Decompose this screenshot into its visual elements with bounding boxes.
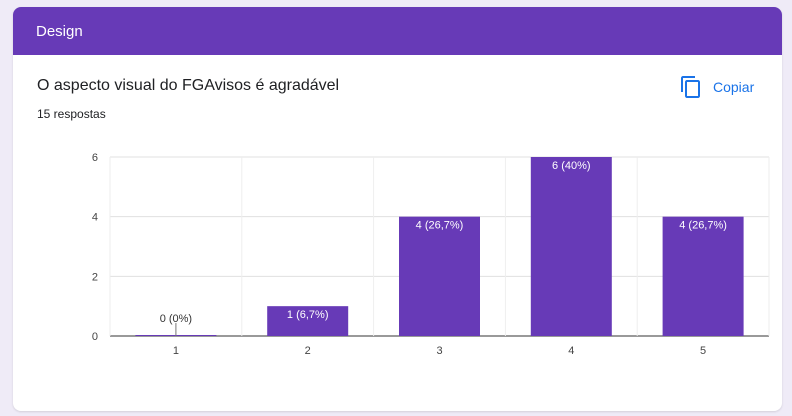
bar [662,216,744,336]
y-tick-label: 0 [92,331,98,343]
x-tick-label: 2 [305,345,311,357]
data-label: 1 (6,7%) [287,309,329,321]
x-tick-label: 1 [173,345,179,357]
y-tick-label: 6 [92,152,98,164]
data-label: 0 (0%) [160,313,192,325]
x-tick-label: 4 [568,345,574,357]
data-label: 4 (26,7%) [679,220,727,232]
bar [399,216,480,336]
question-card: Design O aspecto visual do FGAvisos é ag… [13,7,782,411]
bar [530,157,612,336]
data-label: 6 (40%) [552,160,591,172]
bar-chart: 0 2 4 6 0 (0%) 1 1 (6,7%) 2 4 (26,7%) 3 6 (40%) 4 4 … [92,152,770,357]
y-tick-label: 4 [92,212,98,224]
x-tick-label: 5 [700,345,706,357]
y-tick-label: 2 [92,271,98,283]
data-label: 4 (26,7%) [416,220,464,232]
x-tick-label: 3 [436,345,442,357]
